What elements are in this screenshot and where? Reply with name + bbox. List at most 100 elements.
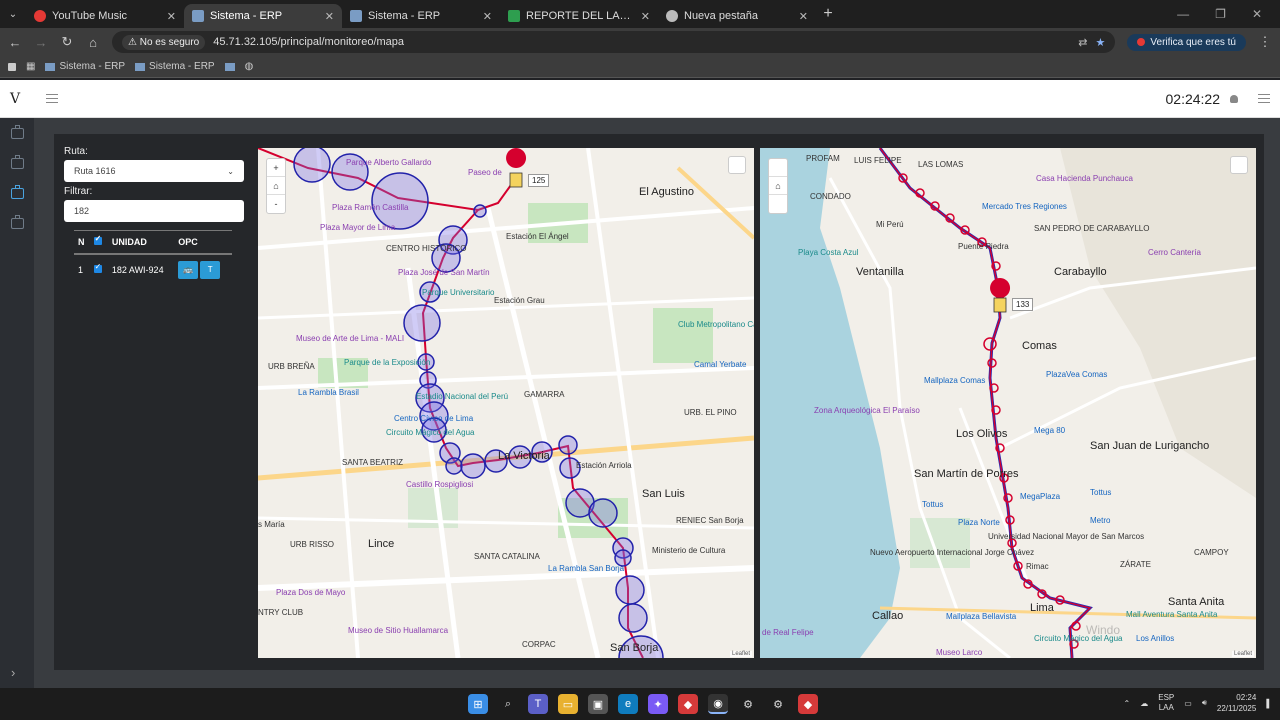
filtrar-label: Filtrar: [64,186,93,197]
forward-icon[interactable]: → [34,35,48,50]
bookmark-item[interactable]: Sistema - ERP [45,61,125,72]
bookmark-item[interactable] [224,62,235,71]
briefcase-icon [10,154,24,169]
close-window-icon[interactable]: ✕ [1252,7,1262,21]
map-attribution[interactable]: Leaflet [729,651,752,657]
locate-bus-button[interactable]: 🚌 [178,261,199,279]
ruta-select[interactable]: Ruta 1616 ⌄ [64,160,244,182]
map-label: Museo Larco [936,648,983,657]
sidebar-expand-icon[interactable]: › [11,665,15,680]
tab-youtube-music[interactable]: YouTube Music ✕ [26,4,184,28]
select-all-checkbox[interactable] [94,234,103,245]
chrome-icon[interactable]: ◉ [708,694,728,714]
erp-icon [135,62,146,71]
options-menu-icon[interactable] [1258,94,1270,103]
lang-label: ESP [1158,693,1175,702]
row-checkbox[interactable] [94,262,103,273]
language-indicator[interactable]: ESP LAA [1158,693,1174,713]
erp-icon [224,62,235,71]
network-app-icon[interactable]: ⚙ [738,694,758,714]
reload-icon[interactable]: ↻ [60,34,74,50]
briefcase-icon [10,124,24,139]
map-right[interactable]: 133 PROFAM LUIS FELIPE LAS LOMAS Casa Ha… [760,148,1256,658]
map-label: La Rambla San Borja [548,564,625,573]
display-icon[interactable]: ▭ [1184,699,1192,708]
home-icon[interactable]: ⌂ [769,177,787,195]
kebab-menu-icon[interactable]: ⋮ [1258,34,1272,50]
map-label: La Rambla Brasil [298,388,359,397]
tab-nueva-pestana[interactable]: Nueva pestaña ✕ [658,4,816,28]
start-icon[interactable]: ⊞ [468,694,488,714]
briefcase-icon [10,214,24,229]
chevron-up-icon[interactable]: ⌃ [1124,699,1131,708]
app-logo[interactable]: V [10,91,30,107]
globe-icon[interactable]: ◍ [245,61,254,72]
close-icon[interactable]: ✕ [167,10,176,23]
zoom-out-button[interactable]: - [267,195,285,213]
folder-icon[interactable]: ▭ [558,694,578,714]
tray-clock[interactable]: 02:24 22/11/2025 [1217,692,1256,714]
sidebar-item-4[interactable] [0,208,34,238]
map-label: El Agustino [639,186,695,198]
verify-chip[interactable]: Verifica que eres tú [1127,33,1246,51]
close-icon[interactable]: ✕ [483,10,492,23]
settings-icon[interactable]: ⚙ [768,694,788,714]
search-icon[interactable]: ⌕ [498,694,518,714]
tab-search-icon[interactable]: ⌄ [0,0,26,28]
notification-icon[interactable]: ▌ [1266,699,1272,708]
map-attribution[interactable]: Leaflet [1231,651,1254,657]
home-icon[interactable]: ⌂ [86,35,100,50]
zoom-in-button[interactable] [769,159,787,177]
copilot-icon[interactable]: ✦ [648,694,668,714]
sidebar-item-1[interactable] [0,118,34,148]
grid-icon[interactable]: ▦ [26,61,35,72]
not-secure-badge[interactable]: ⚠ No es seguro [122,34,206,50]
sidebar-item-2[interactable] [0,148,34,178]
track-button[interactable]: T [200,261,221,279]
fullscreen-button[interactable] [1230,156,1248,174]
row-n: 1 [78,265,84,275]
zoom-in-button[interactable]: + [267,159,285,177]
new-tab-button[interactable]: + [816,5,840,23]
anydesk-icon-2[interactable]: ◆ [798,694,818,714]
map-label: CONDADO [810,192,851,201]
map-label: San Luis [642,488,685,500]
home-icon[interactable]: ⌂ [267,177,285,195]
map-label: s María [258,520,285,529]
col-check[interactable] [90,230,108,255]
maximize-icon[interactable]: ❐ [1215,7,1226,21]
map-label: Rimac [1026,562,1049,571]
store-icon[interactable]: ▣ [588,694,608,714]
apps-icon[interactable] [8,62,16,71]
bookmark-item[interactable]: Sistema - ERP [135,61,215,72]
row-check[interactable] [90,254,108,285]
menu-icon[interactable] [46,94,58,103]
volume-icon[interactable]: 🔊︎ [1202,698,1207,708]
close-icon[interactable]: ✕ [641,10,650,23]
edge-icon[interactable]: e [618,694,638,714]
close-icon[interactable]: ✕ [799,10,808,23]
bus-label-133[interactable]: 133 [1012,298,1034,311]
filtrar-input[interactable]: 182 [64,200,244,222]
bus-label-125[interactable]: 125 [528,174,550,187]
map-label: Mall Aventura Santa Anita [1126,610,1218,619]
translate-icon[interactable]: ⇄ [1078,36,1087,49]
anydesk-icon[interactable]: ◆ [678,694,698,714]
cloud-icon[interactable]: ☁ [1140,699,1148,708]
url-field[interactable]: ⚠ No es seguro 45.71.32.105/principal/mo… [112,31,1116,53]
tab-reporte[interactable]: REPORTE DEL LADO A VIPUSA ✕ [500,4,658,28]
map-left[interactable]: 125 El Agustino Parque Alberto Gallardo … [258,148,754,658]
fullscreen-button[interactable] [728,156,746,174]
close-icon[interactable]: ✕ [325,10,334,23]
map-label: San Juan de Lurigancho [1090,440,1210,452]
bookmark-star-icon[interactable]: ★ [1096,36,1106,49]
map-label: NTRY CLUB [258,608,304,617]
minimize-icon[interactable]: — [1177,7,1189,21]
sidebar-item-monitoreo[interactable] [0,178,34,208]
back-icon[interactable]: ← [8,35,22,50]
zoom-out-button[interactable] [769,195,787,213]
tab-sistema-erp[interactable]: Sistema - ERP ✕ [342,4,500,28]
teams-icon[interactable]: T [528,694,548,714]
user-icon[interactable] [1230,94,1238,103]
tab-sistema-erp-active[interactable]: Sistema - ERP ✕ [184,4,342,28]
